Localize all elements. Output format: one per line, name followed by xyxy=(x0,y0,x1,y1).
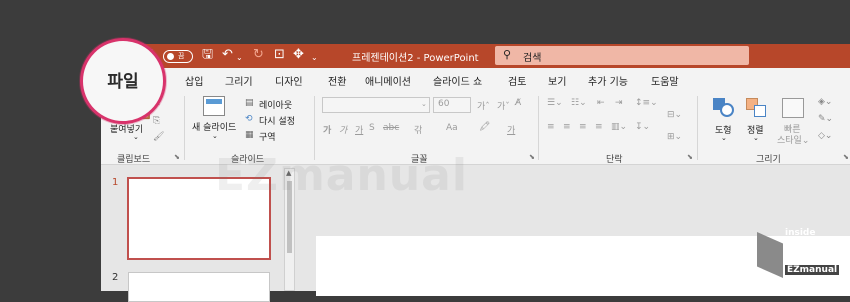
highlight-color-icon[interactable]: 🖍 xyxy=(479,122,490,132)
touch-mode-icon[interactable]: ✥ xyxy=(293,48,304,62)
doc-name: 프레젠테이션2 xyxy=(352,53,414,64)
shape-effects-icon[interactable]: ◇⌄ xyxy=(818,131,832,141)
justify-icon[interactable]: ≡ xyxy=(595,122,603,132)
strike-button[interactable]: abc xyxy=(383,123,399,133)
app-name: PowerPoint xyxy=(423,53,479,64)
bullets-icon[interactable]: ☰⌄ xyxy=(547,98,563,108)
underline-button[interactable]: 가 xyxy=(355,123,363,136)
align-right-icon[interactable]: ≡ xyxy=(579,122,587,132)
watermark-text: EZmanual xyxy=(215,150,468,201)
font-name-chevron-icon: ⌄ xyxy=(421,100,427,108)
tab-help[interactable]: 도움말 xyxy=(651,73,679,88)
search-icon: ⚲ xyxy=(503,48,512,61)
save-icon[interactable]: 🖫 xyxy=(202,48,213,62)
powerpoint-window: ⤓ 끔 🖫 ↶ ⌄ ↻ ⊡ ✥ ⌄ 프레젠테이션2 - PowerPoint ⚲… xyxy=(101,44,850,302)
highlight-label: 파일 xyxy=(107,72,139,92)
bold-button[interactable]: 가 xyxy=(323,123,331,136)
shrink-font-icon[interactable]: 가ˇ xyxy=(497,99,510,112)
reset-button[interactable]: 다시 설정 xyxy=(259,114,295,127)
text-direction-icon[interactable]: ↧⌄ xyxy=(635,122,650,132)
font-size-dropdown[interactable]: 60 xyxy=(433,97,471,113)
divider xyxy=(697,96,698,160)
increase-indent-icon[interactable]: ⇥ xyxy=(615,98,623,108)
smartart-icon[interactable]: ⊞⌄ xyxy=(667,132,682,142)
section-icon: ▦ xyxy=(245,130,254,140)
format-painter-icon[interactable]: 🖌 xyxy=(153,132,164,142)
new-slide-dropdown-icon[interactable]: ⌄ xyxy=(212,132,218,140)
tab-insert[interactable]: 삽입 xyxy=(185,73,203,88)
tab-addins[interactable]: 추가 기능 xyxy=(588,73,628,88)
char-spacing-button[interactable]: 갂 xyxy=(414,123,422,136)
shadow-button[interactable]: S xyxy=(369,123,375,133)
slide-number: 2 xyxy=(112,272,119,283)
title-bar: ⤓ 끔 🖫 ↶ ⌄ ↻ ⊡ ✥ ⌄ 프레젠테이션2 - PowerPoint ⚲… xyxy=(101,44,850,68)
document-title: 프레젠테이션2 - PowerPoint xyxy=(352,53,479,64)
align-left-icon[interactable]: ≡ xyxy=(547,122,555,132)
paste-dropdown-icon[interactable]: ⌄ xyxy=(133,133,139,141)
redo-icon[interactable]: ↻ xyxy=(253,48,264,62)
autosave-toggle[interactable]: 끔 xyxy=(163,50,193,63)
align-center-icon[interactable]: ≡ xyxy=(563,122,571,132)
decrease-indent-icon[interactable]: ⇤ xyxy=(597,98,605,108)
font-size-value: 60 xyxy=(438,99,450,109)
columns-icon[interactable]: ▥⌄ xyxy=(611,122,627,132)
drawing-group-label: 그리기 xyxy=(756,155,781,165)
line-spacing-icon[interactable]: ↕≡⌄ xyxy=(635,98,658,108)
clipboard-launcher-icon[interactable]: ⬊ xyxy=(174,153,180,161)
present-icon[interactable]: ⊡ xyxy=(274,48,285,62)
clear-format-icon[interactable]: A̸ xyxy=(515,98,521,108)
autosave-state: 끔 xyxy=(178,52,185,60)
copy-icon[interactable]: ⎘ xyxy=(153,116,160,126)
divider xyxy=(538,96,539,160)
tab-design[interactable]: 디자인 xyxy=(275,73,303,88)
quick-styles-icon xyxy=(782,98,804,118)
clipboard-group-label: 클립보드 xyxy=(117,155,151,165)
section-button[interactable]: 구역 xyxy=(259,130,276,143)
drawing-launcher-icon[interactable]: ⬊ xyxy=(843,153,849,161)
file-tab-highlight: 파일 xyxy=(80,38,166,124)
font-name-dropdown[interactable] xyxy=(322,97,430,113)
shapes-icon xyxy=(713,98,735,118)
shape-outline-icon[interactable]: ✎⌄ xyxy=(818,114,833,124)
ribbon: 📋 붙여넣기 ⌄ ✂ ⎘ 🖌 클립보드 ⬊ 새 슬라이드 ⌄ ▤ 레이아웃 ⟲ … xyxy=(101,92,850,165)
undo-icon[interactable]: ↶ xyxy=(222,48,233,62)
layout-button[interactable]: 레이아웃 xyxy=(259,98,292,111)
slide-thumbnail[interactable] xyxy=(128,272,270,302)
insidebox-logo: inside BOX EZmanual xyxy=(755,228,843,284)
shape-fill-icon[interactable]: ◈⌄ xyxy=(818,97,832,107)
italic-button[interactable]: 가 xyxy=(339,123,347,136)
ribbon-tabs: 파일 삽입 그리기 디자인 전환 애니메이션 슬라이드 쇼 검토 보기 추가 기… xyxy=(101,68,850,92)
align-text-icon[interactable]: ⊟⌄ xyxy=(667,110,682,120)
tab-slideshow[interactable]: 슬라이드 쇼 xyxy=(433,73,482,88)
search-placeholder: 검색 xyxy=(523,53,542,64)
logo-shape-icon xyxy=(757,232,783,278)
customize-qat-icon[interactable]: ⌄ xyxy=(311,51,318,65)
reset-icon: ⟲ xyxy=(245,114,253,124)
tab-animations[interactable]: 애니메이션 xyxy=(365,73,411,88)
font-color-button[interactable]: 가 xyxy=(507,123,515,136)
tab-view[interactable]: 보기 xyxy=(548,73,566,88)
grow-font-icon[interactable]: 가ˆ xyxy=(477,99,490,112)
logo-line2: BOX xyxy=(783,237,833,261)
tab-transitions[interactable]: 전환 xyxy=(328,73,346,88)
tab-draw[interactable]: 그리기 xyxy=(225,73,253,88)
font-launcher-icon[interactable]: ⬊ xyxy=(529,153,535,161)
undo-dropdown-icon[interactable]: ⌄ xyxy=(236,51,243,65)
logo-line3: EZmanual xyxy=(785,265,840,275)
shapes-dropdown-icon[interactable]: ⌄ xyxy=(721,134,727,142)
arrange-dropdown-icon[interactable]: ⌄ xyxy=(753,134,759,142)
paragraph-group-label: 단락 xyxy=(606,155,623,165)
divider xyxy=(184,96,185,160)
change-case-button[interactable]: Aa xyxy=(446,123,458,133)
slide-number: 1 xyxy=(112,177,119,188)
quick-styles-button-line2[interactable]: 스타일⌄ xyxy=(777,133,809,146)
new-slide-icon[interactable] xyxy=(203,96,225,116)
layout-icon: ▤ xyxy=(245,98,254,108)
tab-review[interactable]: 검토 xyxy=(508,73,526,88)
search-box[interactable]: ⚲ 검색 xyxy=(495,46,749,65)
arrange-icon xyxy=(746,98,768,118)
numbering-icon[interactable]: ☷⌄ xyxy=(571,98,587,108)
paragraph-launcher-icon[interactable]: ⬊ xyxy=(687,153,693,161)
